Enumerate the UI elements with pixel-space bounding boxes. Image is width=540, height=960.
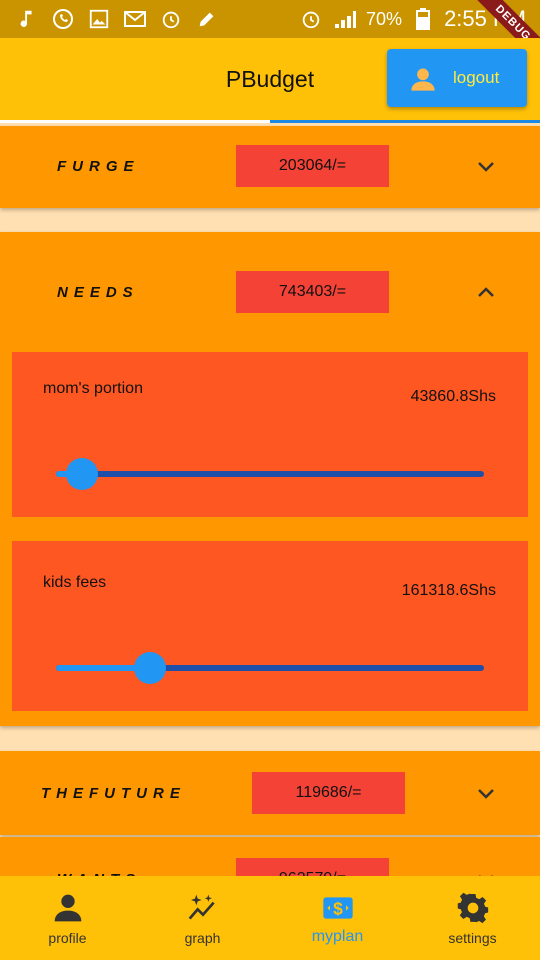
- item-slider[interactable]: [56, 458, 484, 490]
- battery-icon: [410, 6, 436, 32]
- nav-label: myplan: [311, 928, 364, 945]
- category-amount: 203064/=: [236, 145, 389, 187]
- category-name: THEFUTURE: [41, 785, 186, 802]
- pencil-icon: [194, 6, 220, 32]
- whatsapp-icon: [50, 6, 76, 32]
- nav-label: settings: [448, 930, 497, 946]
- alarm-icon: [298, 6, 324, 32]
- category-panel-thefuture[interactable]: THEFUTURE 119686/=: [0, 751, 540, 835]
- mail-icon: [122, 6, 148, 32]
- gallery-icon: [86, 6, 112, 32]
- item-name: mom's portion: [43, 380, 143, 397]
- chevron-up-icon[interactable]: [474, 280, 498, 304]
- signal-icon: [332, 6, 358, 32]
- status-bar: 70% 2:55 PM DEBUG: [0, 0, 540, 69]
- bottom-navigation: profile graph $ myplan settings: [0, 876, 540, 960]
- svg-text:$: $: [333, 899, 343, 919]
- nav-item-myplan[interactable]: $ myplan: [270, 876, 405, 960]
- item-slider[interactable]: [56, 652, 484, 684]
- person-icon: [409, 65, 437, 98]
- nav-label: profile: [48, 930, 87, 946]
- app-bar: PBudget logout: [0, 38, 540, 122]
- money-icon: $: [322, 897, 353, 919]
- nav-item-profile[interactable]: profile: [0, 876, 135, 960]
- nav-item-settings[interactable]: settings: [405, 876, 540, 960]
- sparkle-chart-icon: [188, 894, 215, 920]
- category-panel-furge[interactable]: FURGE 203064/=: [0, 126, 540, 208]
- chevron-down-icon[interactable]: [474, 782, 498, 806]
- slider-thumb[interactable]: [134, 652, 167, 684]
- category-amount: 743403/=: [236, 271, 389, 313]
- budget-item-card: mom's portion 43860.8Shs: [12, 352, 528, 517]
- alarm-icon: [158, 6, 184, 32]
- item-value: 43860.8Shs: [410, 388, 496, 405]
- nav-item-graph[interactable]: graph: [135, 876, 270, 960]
- logout-label: logout: [453, 68, 500, 87]
- person-icon: [54, 894, 81, 922]
- logout-button[interactable]: logout: [387, 49, 527, 107]
- battery-percent: 70%: [366, 8, 403, 29]
- chevron-down-icon[interactable]: [474, 155, 498, 179]
- budget-item-card: kids fees 161318.6Shs: [12, 541, 528, 711]
- item-value: 161318.6Shs: [401, 582, 496, 599]
- category-amount: 119686/=: [252, 772, 405, 814]
- item-name: kids fees: [43, 574, 107, 591]
- slider-thumb[interactable]: [65, 458, 98, 490]
- category-panel-needs: NEEDS 743403/= mom's portion 43860.8Shs …: [0, 232, 540, 726]
- tab-indicator-inactive: [0, 120, 270, 123]
- tab-indicator-active: [270, 120, 540, 123]
- category-name: FURGE: [57, 158, 140, 175]
- nav-label: graph: [184, 930, 221, 946]
- category-name: NEEDS: [57, 284, 139, 301]
- gear-icon: [457, 892, 488, 924]
- music-note-icon: [14, 6, 40, 32]
